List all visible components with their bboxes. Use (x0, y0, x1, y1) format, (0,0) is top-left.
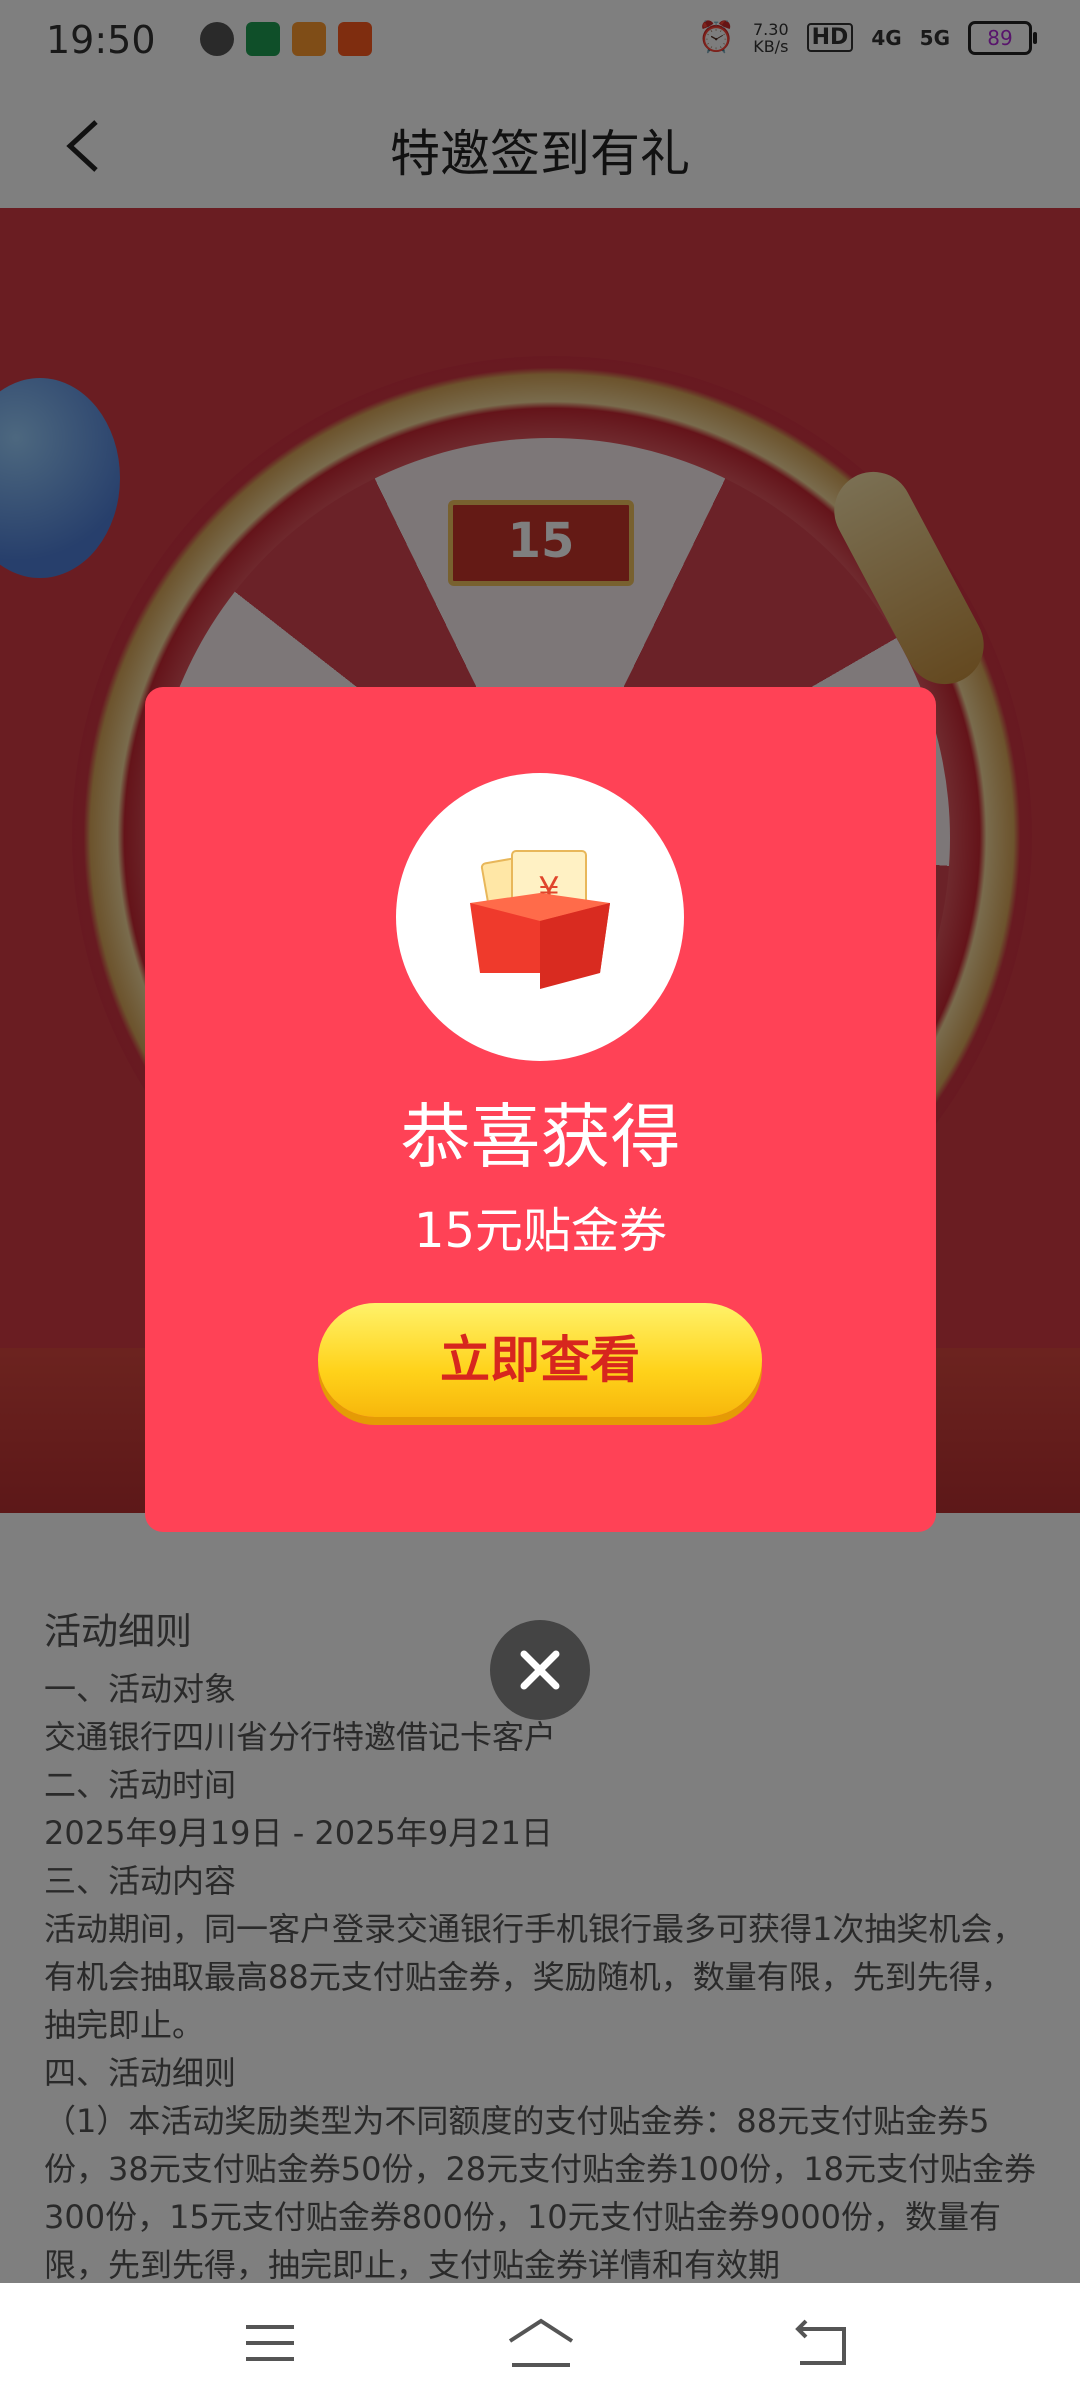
prize-text: 15元贴金券 (413, 1203, 668, 1259)
home-icon (508, 2318, 574, 2367)
close-dialog-button[interactable] (490, 1620, 590, 1720)
system-navigation-bar (0, 2283, 1080, 2408)
reward-dialog: ¥ 恭喜获得 15元贴金券 立即查看 (145, 687, 936, 1532)
view-now-button[interactable]: 立即查看 (318, 1303, 762, 1417)
nav-menu-button[interactable] (240, 2313, 300, 2373)
congrats-heading: 恭喜获得 (400, 1096, 681, 1178)
back-icon (795, 2319, 846, 2365)
menu-icon (246, 2325, 294, 2361)
reward-icon-circle: ¥ (396, 773, 684, 1061)
close-icon (520, 1650, 560, 1690)
nav-home-button[interactable] (506, 2313, 574, 2373)
coupon-box-icon: ¥ (470, 850, 610, 989)
nav-back-button[interactable] (792, 2313, 852, 2373)
